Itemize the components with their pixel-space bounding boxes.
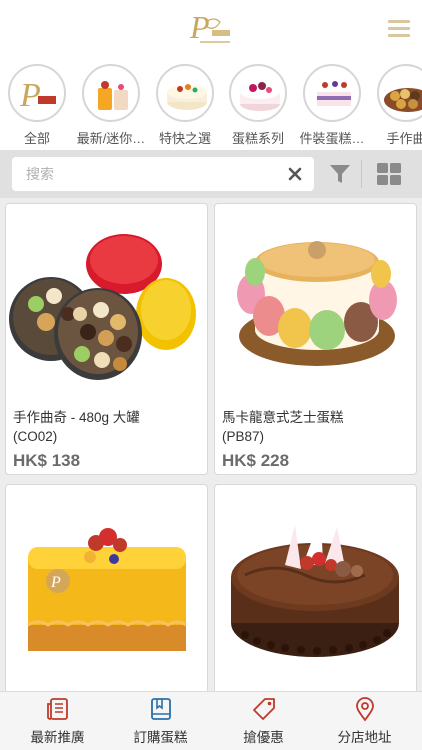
brand-logo-icon: P	[8, 64, 66, 122]
filter-icon[interactable]	[328, 162, 352, 186]
tab-label: 最新推廣	[30, 730, 85, 745]
product-image-mango-cake: P	[6, 485, 207, 683]
slice-cake-icon	[303, 64, 361, 122]
search-box[interactable]	[12, 157, 314, 191]
category-label: 特快之選	[158, 131, 211, 146]
category-label: 件裝蛋糕…	[299, 131, 365, 146]
tab-label: 訂購蛋糕	[133, 730, 188, 745]
category-label: 手作曲	[386, 131, 422, 146]
tab-promotions[interactable]: 最新推廣	[5, 696, 110, 746]
product-name: 手作曲奇 - 480g 大罐	[13, 410, 140, 425]
product-image-chocolate-cake	[215, 485, 416, 683]
svg-text:P: P	[50, 574, 61, 591]
product-card[interactable]: 馬卡龍意式芝士蛋糕 (PB87) HK$ 228	[214, 203, 417, 475]
tab-offers[interactable]: 搶優惠	[211, 696, 316, 746]
category-label: 蛋糕系列	[231, 131, 284, 146]
grid-view-icon[interactable]	[376, 162, 402, 186]
search-toolbar	[0, 150, 422, 198]
tag-icon	[252, 698, 275, 720]
brand-logo[interactable]: P	[186, 8, 238, 48]
category-item-cake-series[interactable]: 蛋糕系列	[218, 64, 298, 147]
product-grid: 手作曲奇 - 480g 大罐 (CO02) HK$ 138 馬卡龍意式芝士蛋糕 …	[0, 198, 422, 691]
category-item-slice-cake[interactable]: 件裝蛋糕…	[292, 64, 372, 147]
toolbar-divider	[361, 160, 362, 188]
cookie-icon	[377, 64, 422, 122]
tab-order-cake[interactable]: 訂購蛋糕	[108, 696, 213, 746]
hamburger-menu-icon[interactable]	[388, 20, 410, 38]
search-input[interactable]	[12, 157, 262, 191]
product-code: (PB87)	[222, 429, 265, 444]
category-item-cookies[interactable]: 手作曲	[366, 64, 422, 147]
app-header: P	[0, 0, 422, 60]
category-item-all[interactable]: P 全部	[0, 64, 77, 147]
category-label: 全部	[23, 131, 50, 146]
news-icon	[46, 698, 68, 720]
category-item-express[interactable]: 特快之選	[145, 64, 225, 147]
svg-text:P: P	[19, 77, 41, 114]
product-price: HK$ 228	[222, 451, 290, 470]
location-pin-icon	[355, 697, 374, 722]
berry-cake-icon	[229, 64, 287, 122]
category-item-new-mini[interactable]: 最新/迷你…	[71, 64, 151, 147]
product-card[interactable]: P	[5, 484, 208, 691]
product-card[interactable]	[214, 484, 417, 691]
tab-label: 搶優惠	[243, 730, 284, 745]
clear-icon[interactable]	[286, 165, 304, 183]
product-code: (CO02)	[13, 429, 58, 444]
tab-label: 分店地址	[337, 730, 392, 745]
category-label: 最新/迷你…	[76, 131, 146, 146]
product-image-macaron-cheesecake	[215, 204, 416, 402]
product-price: HK$ 138	[13, 451, 81, 470]
mini-cake-icon	[82, 64, 140, 122]
bottom-tab-bar: 最新推廣 訂購蛋糕 搶優惠 分店地址	[0, 691, 422, 750]
tab-store-locations[interactable]: 分店地址	[312, 696, 417, 746]
product-card[interactable]: 手作曲奇 - 480g 大罐 (CO02) HK$ 138	[5, 203, 208, 475]
fruit-cake-icon	[156, 64, 214, 122]
category-strip[interactable]: P 全部 最新/迷你… 特快之選 蛋糕系列 件裝蛋糕… 手作曲	[0, 60, 422, 150]
product-name: 馬卡龍意式芝士蛋糕	[222, 410, 344, 425]
book-icon	[150, 698, 171, 720]
product-image-cookie-tin	[6, 204, 207, 402]
